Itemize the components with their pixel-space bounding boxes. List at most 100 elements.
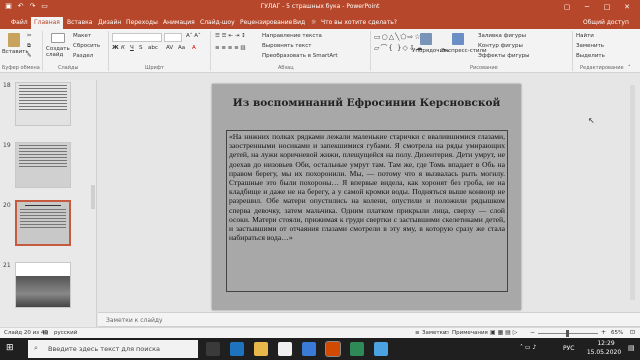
close-button[interactable]: ✕ xyxy=(618,1,636,13)
select-button[interactable]: Выделить xyxy=(576,53,605,59)
strikethrough-icon[interactable]: abc xyxy=(148,45,158,51)
ribbon-tabs: Файл Главная Вставка Дизайн Переходы Ани… xyxy=(0,14,640,29)
font-color-icon[interactable]: A xyxy=(192,45,196,51)
new-slide-icon[interactable] xyxy=(51,33,65,43)
thumbs-scrollbar[interactable] xyxy=(91,185,95,209)
keyboard-language[interactable]: РУС xyxy=(563,345,574,352)
group-font: Шрифт xyxy=(145,65,164,71)
notes-pane[interactable]: Заметки к слайду xyxy=(98,312,640,327)
thumb-number: 18 xyxy=(3,82,11,89)
arrange-icon[interactable] xyxy=(420,33,432,45)
tab-animation[interactable]: Анимация xyxy=(160,17,198,29)
slide-thumbnail-19[interactable] xyxy=(15,142,71,188)
new-slide-button[interactable]: Создать слайд xyxy=(46,46,70,58)
notes-button[interactable]: Заметки xyxy=(422,330,447,336)
collapse-ribbon-icon[interactable]: ˄ xyxy=(628,65,631,71)
notes-icon[interactable]: ≡ xyxy=(415,330,420,336)
tray-icons[interactable]: ˄ ▭ ♪ xyxy=(520,344,536,351)
format-painter-icon[interactable]: ✎ xyxy=(27,53,32,59)
bullets-icon[interactable]: ☰ ☰ ⇤ ⇥ ↕ xyxy=(215,33,246,39)
case-icon[interactable]: Aa xyxy=(178,45,185,51)
replace-button[interactable]: Заменить xyxy=(576,43,604,49)
copy-icon[interactable]: ⧉ xyxy=(27,43,31,50)
slide-text-box[interactable]: «На нижних полках рядками лежали маленьк… xyxy=(226,130,508,292)
edge-icon[interactable] xyxy=(230,342,244,356)
text-direction-button[interactable]: Направление текста xyxy=(262,33,322,39)
zoom-slider-thumb[interactable] xyxy=(566,330,569,337)
find-button[interactable]: Найти xyxy=(576,33,594,39)
paste-button[interactable]: Вставить xyxy=(2,49,29,55)
smartart-button[interactable]: Преобразовать в SmartArt xyxy=(262,53,338,59)
paste-icon[interactable] xyxy=(8,33,20,47)
slide[interactable]: Из воспоминаний Ефросинии Керсновской «Н… xyxy=(212,84,521,310)
reset-button[interactable]: Сбросить xyxy=(73,43,100,49)
status-bar: Слайд 20 из 40 ▤ русский ≡ Заметки ▭ При… xyxy=(0,327,640,338)
window-title: ГУЛАГ - 5 страшных бука - PowerPoint xyxy=(260,3,380,10)
maximize-button[interactable]: □ xyxy=(598,1,616,13)
align-icon[interactable]: ≡ ≡ ≡ ≡ ▥ xyxy=(215,45,246,51)
spacing-icon[interactable]: AV xyxy=(166,45,173,51)
tab-slideshow[interactable]: Слайд-шоу xyxy=(197,17,238,29)
ribbon-options-icon[interactable]: ▢ xyxy=(558,1,576,13)
tab-view[interactable]: Вид xyxy=(290,17,308,29)
layout-button[interactable]: Макет xyxy=(73,33,91,39)
shape-effects-button[interactable]: Эффекты фигуры xyxy=(478,53,530,59)
clock-date[interactable]: 15.05.2020 xyxy=(584,349,624,356)
notifications-icon[interactable]: ▤ xyxy=(628,344,635,352)
shape-fill-button[interactable]: Заливка фигуры xyxy=(478,33,526,39)
windows-start-icon[interactable]: ⊞ xyxy=(6,343,17,354)
spellcheck-icon[interactable]: ▤ xyxy=(43,330,48,336)
bold-icon[interactable]: Ж xyxy=(112,45,119,51)
grow-font-icon[interactable]: A˄ A˅ xyxy=(186,33,201,39)
font-name-field[interactable] xyxy=(112,33,162,42)
minimize-button[interactable]: ─ xyxy=(578,1,596,13)
tell-me-search[interactable]: Что вы хотите сделать? xyxy=(318,17,400,29)
thumb-number: 19 xyxy=(3,142,11,149)
taskbar-search[interactable]: ⌕ Введите здесь текст для поиска xyxy=(28,340,198,358)
word-icon[interactable] xyxy=(302,342,316,356)
tab-home[interactable]: Главная xyxy=(31,17,63,29)
tab-file[interactable]: Файл xyxy=(8,17,31,29)
task-view-icon[interactable] xyxy=(206,342,220,356)
language-indicator[interactable]: русский xyxy=(54,330,77,336)
slide-body-text[interactable]: «На нижних полках рядками лежали маленьк… xyxy=(229,132,505,242)
shadow-icon[interactable]: S xyxy=(139,45,143,51)
comments-button[interactable]: Примечания xyxy=(452,330,488,336)
align-text-button[interactable]: Выровнять текст xyxy=(262,43,311,49)
notes-placeholder[interactable]: Заметки к слайду xyxy=(106,317,163,324)
normal-view-icon[interactable]: ▣ ▦ ▤ ▷ xyxy=(490,329,517,336)
slide-thumbnail-20[interactable] xyxy=(15,200,71,246)
comments-icon[interactable]: ▭ xyxy=(444,330,449,336)
zoom-in-icon[interactable]: + xyxy=(601,329,606,336)
underline-icon[interactable]: Ч xyxy=(130,45,134,51)
clock-time[interactable]: 12:29 xyxy=(588,340,624,347)
tab-insert[interactable]: Вставка xyxy=(64,17,95,29)
app-icon[interactable] xyxy=(374,342,388,356)
search-placeholder[interactable]: Введите здесь текст для поиска xyxy=(48,345,160,353)
tab-review[interactable]: Рецензирование xyxy=(237,17,295,29)
title-bar: ▣ ↶ ↷ ▭ ГУЛАГ - 5 страшных бука - PowerP… xyxy=(0,0,640,14)
tab-design[interactable]: Дизайн xyxy=(95,17,124,29)
cut-icon[interactable]: ✂ xyxy=(27,33,32,39)
chrome-icon[interactable] xyxy=(350,342,364,356)
slide-title[interactable]: Из воспоминаний Ефросинии Керсновской xyxy=(212,97,521,109)
section-button[interactable]: Раздел xyxy=(73,53,93,59)
zoom-level[interactable]: 65% xyxy=(611,330,623,336)
editor-scrollbar[interactable] xyxy=(630,85,635,300)
powerpoint-icon[interactable] xyxy=(325,341,341,357)
italic-icon[interactable]: К xyxy=(121,45,125,51)
tab-transitions[interactable]: Переходы xyxy=(123,17,161,29)
slide-thumbnail-18[interactable] xyxy=(15,82,71,126)
slide-thumbnail-21[interactable] xyxy=(15,262,71,308)
fit-slide-icon[interactable]: ⊡ xyxy=(630,329,635,336)
shape-outline-button[interactable]: Контур фигуры xyxy=(478,43,523,49)
group-editing: Редактирование xyxy=(580,65,624,71)
share-button[interactable]: Общий доступ xyxy=(580,17,632,29)
font-size-field[interactable] xyxy=(164,33,182,42)
search-icon: ⌕ xyxy=(34,344,38,352)
file-explorer-icon[interactable] xyxy=(254,342,268,356)
store-icon[interactable] xyxy=(278,342,292,356)
shapes-gallery[interactable]: ▭○△╲⬠⇨☆ xyxy=(374,33,422,41)
zoom-out-icon[interactable]: − xyxy=(530,329,535,336)
quick-styles-icon[interactable] xyxy=(452,33,464,45)
